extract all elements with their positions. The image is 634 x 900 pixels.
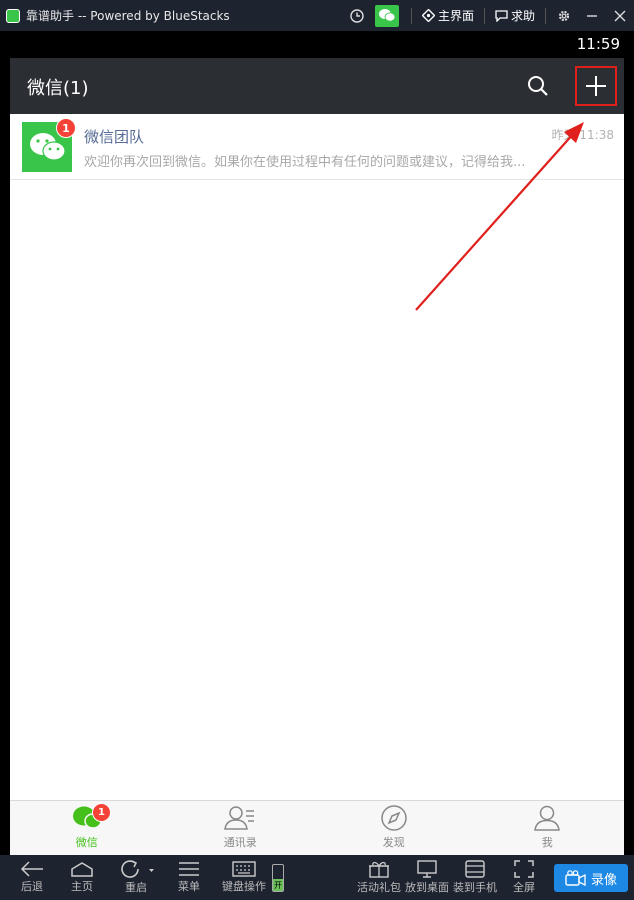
- divider: [410, 7, 412, 24]
- home-screen-button[interactable]: 主界面: [416, 0, 480, 31]
- home-icon: [71, 862, 93, 877]
- help-button[interactable]: 求助: [489, 0, 541, 31]
- divider: [545, 7, 546, 24]
- unread-badge: 1: [92, 803, 111, 822]
- home-button[interactable]: 主页: [70, 855, 94, 900]
- tab-contacts[interactable]: 通讯录: [164, 801, 318, 855]
- unread-badge: 1: [56, 118, 76, 138]
- chat-time: 昨天 11:38: [551, 128, 614, 142]
- page-title: 微信(1): [27, 78, 89, 99]
- restart-icon: [121, 860, 154, 878]
- clock-icon[interactable]: [343, 0, 371, 31]
- keyboard-toggle[interactable]: 开: [272, 864, 284, 892]
- menu-button[interactable]: 菜单: [178, 855, 200, 900]
- back-button[interactable]: 后退: [20, 855, 44, 900]
- video-camera-icon: [565, 870, 586, 886]
- menu-label: 菜单: [178, 880, 200, 893]
- record-label: 录像: [590, 872, 617, 888]
- home-label: 主页: [71, 880, 93, 893]
- contacts-icon: [224, 806, 255, 830]
- gift-label: 活动礼包: [357, 881, 401, 894]
- window-title: 靠谱助手 -- Powered by BlueStacks: [26, 9, 230, 23]
- wechat-header: 微信(1): [10, 58, 624, 114]
- back-arrow-icon: [20, 861, 43, 877]
- chat-list-item[interactable]: 1 微信团队 昨天 11:38 欢迎你再次回到微信。如果你在使用过程中有任何的问…: [10, 114, 624, 180]
- put-on-desktop-button[interactable]: 放到桌面: [405, 855, 449, 900]
- emulator-toolbar: 后退 主页 重启 菜单 键盘操作 开 活动礼包 放到桌面 装到手机 全屏 录像: [0, 855, 634, 900]
- search-icon: [528, 76, 548, 96]
- fullscreen-label: 全屏: [513, 881, 535, 894]
- desktop-monitor-icon: [417, 860, 437, 878]
- chat-name: 微信团队: [84, 128, 145, 146]
- menu-icon: [179, 862, 199, 876]
- gift-button[interactable]: 活动礼包: [357, 855, 401, 900]
- keyboard-label: 键盘操作: [222, 880, 266, 893]
- close-icon[interactable]: [606, 0, 634, 31]
- chat-preview: 欢迎你再次回到微信。如果你在使用过程中有任何的问题或建议，记得给我...: [84, 155, 526, 170]
- plus-icon: [586, 76, 606, 96]
- keyboard-toggle-state: 开: [273, 879, 283, 891]
- gift-icon: [369, 861, 389, 878]
- tab-me[interactable]: 我: [471, 801, 625, 855]
- help-label: 求助: [510, 9, 535, 23]
- minimize-icon[interactable]: [578, 0, 606, 31]
- app-logo-icon: [6, 8, 20, 23]
- compass-icon: [381, 805, 407, 831]
- profile-icon: [534, 805, 561, 831]
- tab-label: 通讯录: [223, 836, 257, 849]
- desktop-label: 放到桌面: [405, 881, 449, 894]
- record-button[interactable]: 录像: [554, 864, 628, 892]
- restart-label: 重启: [125, 881, 147, 894]
- settings-gear-icon[interactable]: [550, 0, 578, 31]
- window-titlebar: 靠谱助手 -- Powered by BlueStacks 主界面 求助: [0, 0, 634, 31]
- tab-label: 我: [541, 836, 553, 849]
- divider: [483, 7, 485, 24]
- tab-label: 微信: [75, 836, 98, 849]
- fullscreen-icon: [514, 860, 534, 878]
- tab-label: 发现: [382, 836, 405, 849]
- tab-wechat[interactable]: 微信 1: [10, 801, 164, 855]
- tab-discover[interactable]: 发现: [317, 801, 471, 855]
- keyboard-button[interactable]: 键盘操作: [222, 855, 266, 900]
- back-label: 后退: [21, 880, 43, 893]
- wechat-app-icon[interactable]: [374, 4, 399, 27]
- add-menu-button[interactable]: [575, 66, 617, 106]
- keyboard-icon: [232, 861, 256, 877]
- home-screen-label: 主界面: [437, 9, 474, 23]
- install-to-phone-button[interactable]: 装到手机: [453, 855, 497, 900]
- phone-icon: [465, 860, 485, 878]
- android-status-bar: 11:59: [0, 31, 634, 58]
- help-chat-icon: [495, 9, 508, 22]
- restart-button[interactable]: 重启: [118, 855, 154, 900]
- home-screen-icon: [421, 9, 435, 22]
- fullscreen-button[interactable]: 全屏: [513, 855, 535, 900]
- search-button[interactable]: [524, 72, 552, 100]
- wechat-screen: 微信(1) 1 微信团队 昨天 11:38 欢迎你再次回到微信。如果你在使用过程…: [10, 58, 624, 855]
- phone-label: 装到手机: [453, 881, 497, 894]
- status-clock: 11:59: [576, 35, 620, 53]
- bottom-tab-bar: 微信 1 通讯录 发现 我: [10, 800, 624, 855]
